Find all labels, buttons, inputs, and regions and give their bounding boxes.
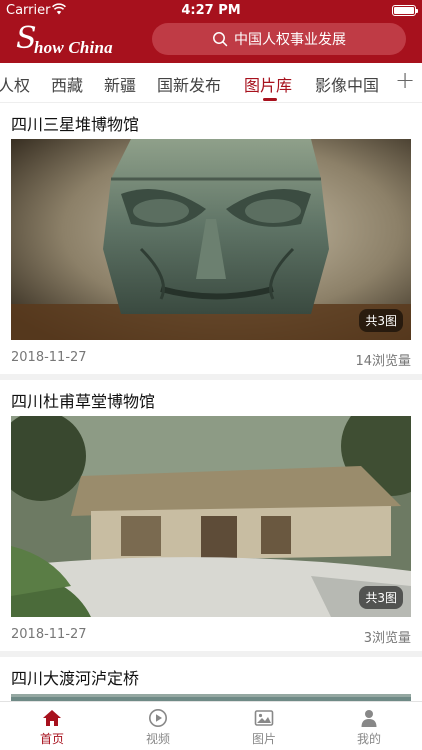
tab-xinjiang[interactable]: 新疆 (104, 72, 136, 96)
card-views: 3浏览量 (363, 631, 411, 646)
active-tab-indicator (263, 98, 277, 101)
tab-photo-library[interactable]: 图片库 (244, 72, 292, 96)
card-views: 14浏览量 (355, 354, 411, 369)
photo-feed: 四川三星堆博物馆 共3图 2018-11-27 14浏览量 四川杜甫草堂博物馆 … (0, 103, 422, 701)
river-bridge-photo[interactable] (11, 694, 411, 701)
tab-human-rights[interactable]: 人权 (0, 72, 30, 96)
card-divider (0, 651, 422, 657)
thatched-cottage-photo[interactable]: 共3图 (11, 416, 411, 617)
logo-text: how China (34, 38, 113, 57)
card-title: 四川三星堆博物馆 (11, 115, 140, 134)
nav-pictures[interactable]: 图片 (224, 708, 304, 747)
play-icon (149, 709, 167, 727)
battery-icon (392, 5, 418, 16)
status-time: 4:27 PM (181, 3, 241, 18)
photo-count-badge: 共3图 (359, 586, 403, 609)
add-tab-icon[interactable]: + (395, 66, 415, 94)
nav-video-label: 视频 (145, 732, 170, 746)
nav-mine-label: 我的 (356, 732, 381, 746)
nav-video[interactable]: 视频 (118, 708, 198, 747)
river-bridge-image (11, 694, 411, 701)
photo-count-badge: 共3图 (359, 309, 403, 332)
nav-pictures-label: 图片 (251, 732, 276, 746)
search-text: 中国人权事业发展 (234, 32, 346, 48)
nav-mine[interactable]: 我的 (329, 708, 409, 747)
nav-home[interactable]: 首页 (12, 708, 92, 747)
bronze-mask-image (11, 139, 411, 340)
category-tabs: 人权 西藏 新疆 国新发布 图片库 影像中国 + (0, 63, 422, 103)
card-divider (0, 374, 422, 380)
search-bar[interactable]: 中国人权事业发展 (152, 23, 406, 55)
card-title: 四川杜甫草堂博物馆 (11, 392, 156, 411)
nav-home-label: 首页 (39, 732, 64, 746)
tab-image-china[interactable]: 影像中国 (315, 72, 379, 96)
user-icon (361, 710, 377, 727)
tab-news-release[interactable]: 国新发布 (157, 72, 221, 96)
app-header: Carrier 4:27 PM S how China 中国人权事业发展 (0, 0, 422, 63)
search-icon (213, 32, 228, 47)
bronze-mask-photo[interactable]: 共3图 (11, 139, 411, 340)
bottom-navigation: 首页 视频 图片 我的 (0, 701, 422, 750)
tab-tibet[interactable]: 西藏 (51, 72, 83, 96)
status-bar: Carrier 4:27 PM (0, 0, 422, 22)
card-date: 2018-11-27 (11, 350, 87, 365)
image-icon (254, 710, 274, 726)
brand-logo[interactable]: S how China (16, 22, 126, 58)
thatched-cottage-image (11, 416, 411, 617)
home-icon (43, 710, 61, 726)
card-date: 2018-11-27 (11, 627, 87, 642)
card-title: 四川大渡河泸定桥 (11, 669, 140, 688)
